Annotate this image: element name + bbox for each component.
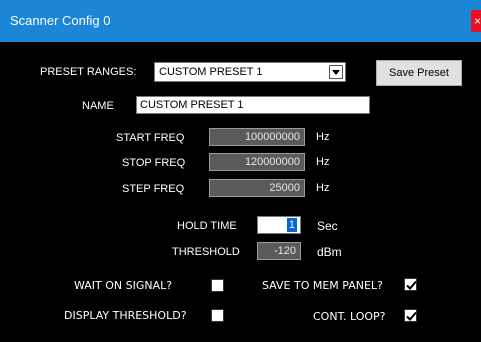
window-title: Scanner Config 0 bbox=[10, 13, 111, 28]
threshold-unit: dBm bbox=[317, 245, 342, 259]
start-freq-unit: Hz bbox=[316, 131, 330, 143]
name-input-value: CUSTOM PRESET 1 bbox=[140, 99, 244, 111]
step-freq-unit: Hz bbox=[316, 182, 330, 194]
name-input[interactable]: CUSTOM PRESET 1 bbox=[136, 96, 370, 114]
start-freq-label: START FREQ bbox=[116, 132, 185, 144]
save-to-mem-checkbox[interactable] bbox=[404, 278, 417, 291]
checkmark-icon bbox=[406, 280, 417, 290]
threshold-input[interactable]: -120 bbox=[257, 242, 301, 260]
checkmark-icon bbox=[406, 311, 417, 321]
dropdown-button[interactable] bbox=[329, 65, 343, 79]
preset-ranges-label: PRESET RANGES: bbox=[40, 66, 137, 78]
hold-time-unit: Sec bbox=[317, 219, 338, 233]
save-to-mem-label: SAVE TO MEM PANEL? bbox=[262, 279, 383, 292]
hold-time-label: HOLD TIME bbox=[177, 220, 237, 232]
display-threshold-checkbox[interactable] bbox=[211, 309, 224, 322]
close-icon: × bbox=[474, 14, 481, 28]
stop-freq-input[interactable]: 120000000 bbox=[209, 153, 305, 171]
title-bar[interactable]: Scanner Config 0 × bbox=[0, 0, 481, 42]
preset-ranges-dropdown[interactable]: CUSTOM PRESET 1 bbox=[154, 62, 346, 82]
step-freq-label: STEP FREQ bbox=[122, 183, 185, 195]
display-threshold-label: DISPLAY THRESHOLD? bbox=[64, 309, 187, 322]
hold-time-value: 1 bbox=[286, 218, 297, 232]
wait-on-signal-label: WAIT ON SIGNAL? bbox=[74, 279, 173, 292]
cont-loop-label: CONT. LOOP? bbox=[313, 310, 386, 323]
preset-selected-value: CUSTOM PRESET 1 bbox=[159, 66, 263, 78]
scanner-config-window: Scanner Config 0 × PRESET RANGES: CUSTOM… bbox=[0, 0, 481, 342]
threshold-label: THRESHOLD bbox=[172, 246, 240, 258]
stop-freq-unit: Hz bbox=[316, 156, 330, 168]
hold-time-input[interactable]: 1 bbox=[257, 216, 301, 234]
cont-loop-checkbox[interactable] bbox=[404, 309, 417, 322]
name-label: NAME bbox=[82, 100, 114, 112]
start-freq-input[interactable]: 100000000 bbox=[209, 128, 305, 146]
step-freq-input[interactable]: 25000 bbox=[209, 179, 305, 197]
chevron-down-icon bbox=[332, 69, 340, 75]
wait-on-signal-checkbox[interactable] bbox=[211, 279, 224, 292]
stop-freq-label: STOP FREQ bbox=[122, 157, 186, 169]
save-preset-button[interactable]: Save Preset bbox=[376, 60, 462, 86]
close-button[interactable]: × bbox=[471, 10, 481, 32]
